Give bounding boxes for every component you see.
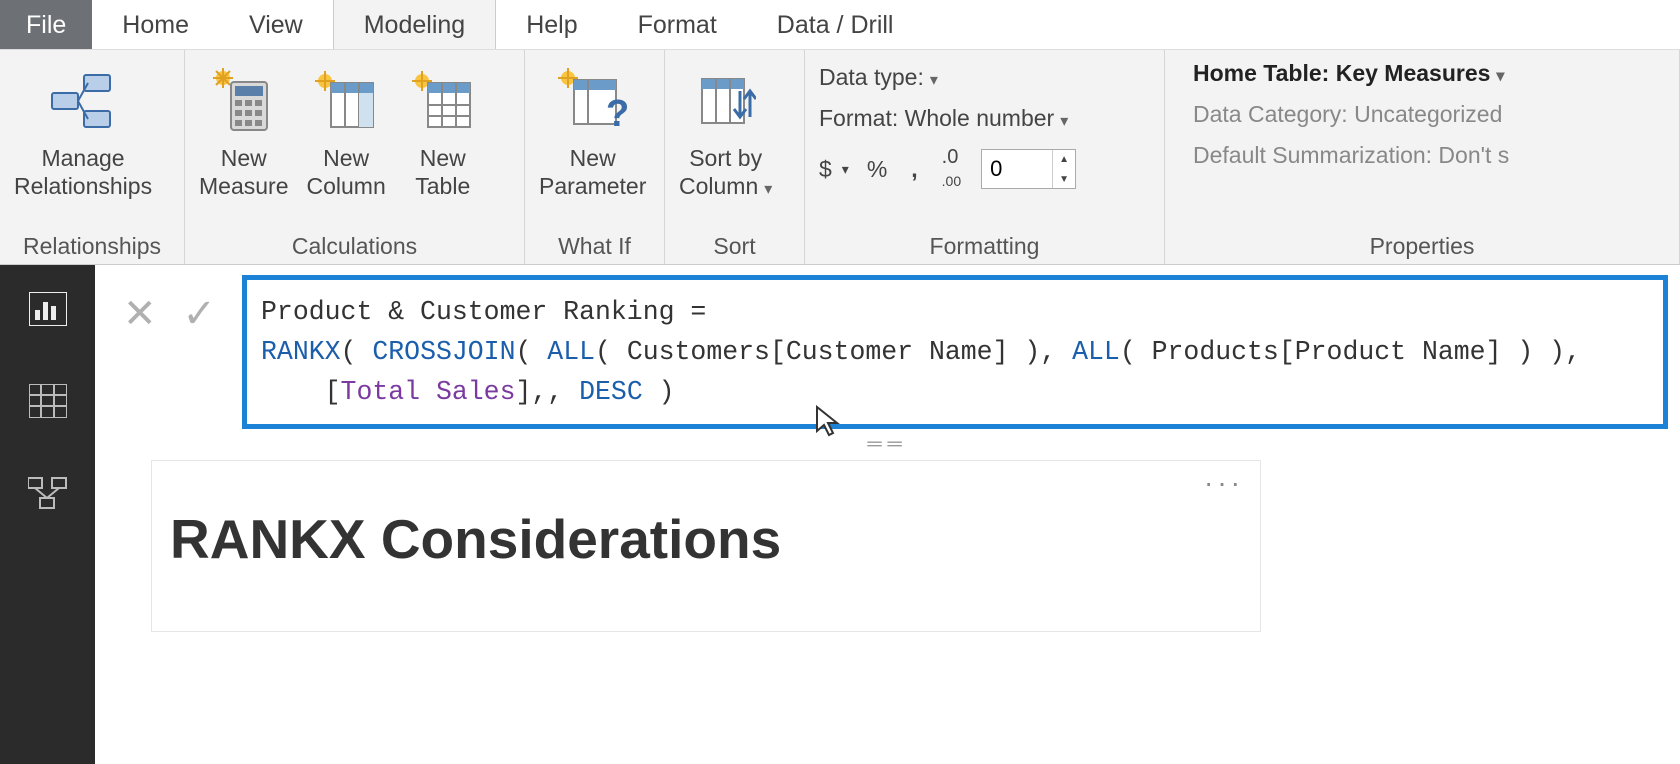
formula-resize-handle[interactable]: ══ — [103, 429, 1672, 460]
new-table-label: New Table — [415, 144, 470, 200]
percent-button[interactable]: % — [867, 156, 887, 183]
spinner-down[interactable]: ▼ — [1053, 170, 1075, 190]
visual-more-options[interactable]: ··· — [1204, 467, 1244, 499]
spinner-up[interactable]: ▲ — [1053, 150, 1075, 170]
visual-title: RANKX Considerations — [170, 507, 1242, 571]
ribbon-group-formatting: Data type: Format: Whole number $ ▾ % , … — [805, 50, 1165, 264]
relationships-icon — [44, 62, 122, 140]
home-table-dropdown[interactable]: Home Table: Key Measures — [1193, 60, 1509, 87]
manage-relationships-button[interactable]: Manage Relationships — [8, 60, 158, 202]
currency-button[interactable]: $ — [819, 156, 832, 183]
data-category-dropdown[interactable]: Data Category: Uncategorized — [1193, 101, 1509, 128]
new-parameter-label: New Parameter — [539, 144, 646, 200]
group-label-properties: Properties — [1173, 229, 1671, 260]
group-label-whatif: What If — [533, 229, 656, 260]
svg-text:?: ? — [606, 93, 628, 134]
formula-commit-button[interactable]: ✓ — [183, 291, 217, 337]
currency-dropdown-arrow[interactable]: ▾ — [842, 161, 849, 178]
menu-bar: File Home View Modeling Help Format Data… — [0, 0, 1680, 50]
tab-help[interactable]: Help — [496, 0, 607, 49]
comma-button[interactable]: , — [911, 156, 917, 183]
calculator-icon — [205, 62, 283, 140]
decimal-places-spinner[interactable]: ▲ ▼ — [981, 149, 1076, 189]
new-column-button[interactable]: New Column — [300, 60, 391, 202]
group-label-calculations: Calculations — [193, 229, 516, 260]
ribbon-group-whatif: ? New Parameter What If — [525, 50, 665, 264]
formula-bar[interactable]: Product & Customer Ranking = RANKX( CROS… — [242, 275, 1668, 429]
tab-modeling[interactable]: Modeling — [333, 0, 496, 49]
default-summarization-dropdown[interactable]: Default Summarization: Don't s — [1193, 142, 1509, 169]
parameter-icon: ? — [554, 62, 632, 140]
sort-by-column-button[interactable]: Sort by Column — [673, 60, 778, 206]
group-label-relationships: Relationships — [8, 229, 176, 260]
left-nav-rail — [0, 265, 95, 764]
data-type-dropdown[interactable]: Data type: — [819, 64, 938, 91]
table-icon — [404, 62, 482, 140]
formula-line-1: Product & Customer Ranking = — [261, 292, 1649, 332]
new-column-label: New Column — [306, 144, 385, 200]
decimal-icon: .0.00 — [942, 146, 961, 192]
report-canvas: ✕ ✓ Product & Customer Ranking = RANKX( … — [95, 265, 1680, 764]
new-parameter-button[interactable]: ? New Parameter — [533, 60, 652, 202]
data-view-icon[interactable] — [26, 379, 70, 423]
sort-icon — [687, 62, 765, 140]
new-measure-button[interactable]: New Measure — [193, 60, 294, 202]
format-dropdown[interactable]: Format: Whole number — [819, 105, 1068, 132]
ribbon: Manage Relationships Relationships — [0, 50, 1680, 265]
formula-line-3: [Total Sales],, DESC ) — [261, 372, 1649, 412]
decimal-places-input[interactable] — [982, 150, 1052, 188]
ribbon-group-calculations: New Measure New Col — [185, 50, 525, 264]
ribbon-group-properties: Home Table: Key Measures Data Category: … — [1165, 50, 1680, 264]
column-icon — [307, 62, 385, 140]
group-label-formatting: Formatting — [813, 229, 1156, 260]
tab-format[interactable]: Format — [608, 0, 747, 49]
new-measure-label: New Measure — [199, 144, 288, 200]
model-view-icon[interactable] — [26, 471, 70, 515]
formula-cancel-button[interactable]: ✕ — [123, 291, 157, 337]
ribbon-group-relationships: Manage Relationships Relationships — [0, 50, 185, 264]
tab-home[interactable]: Home — [92, 0, 219, 49]
group-label-sort: Sort — [673, 229, 796, 260]
tab-file[interactable]: File — [0, 0, 92, 49]
formula-line-2: RANKX( CROSSJOIN( ALL( Customers[Custome… — [261, 332, 1649, 372]
new-table-button[interactable]: New Table — [398, 60, 488, 202]
content-area: ✕ ✓ Product & Customer Ranking = RANKX( … — [0, 265, 1680, 764]
manage-relationships-label: Manage Relationships — [14, 144, 152, 200]
text-visual[interactable]: ··· RANKX Considerations — [151, 460, 1261, 632]
tab-data-drill[interactable]: Data / Drill — [747, 0, 924, 49]
ribbon-group-sort: Sort by Column Sort — [665, 50, 805, 264]
sort-by-column-label: Sort by Column — [679, 144, 772, 204]
report-view-icon[interactable] — [26, 287, 70, 331]
tab-view[interactable]: View — [219, 0, 333, 49]
